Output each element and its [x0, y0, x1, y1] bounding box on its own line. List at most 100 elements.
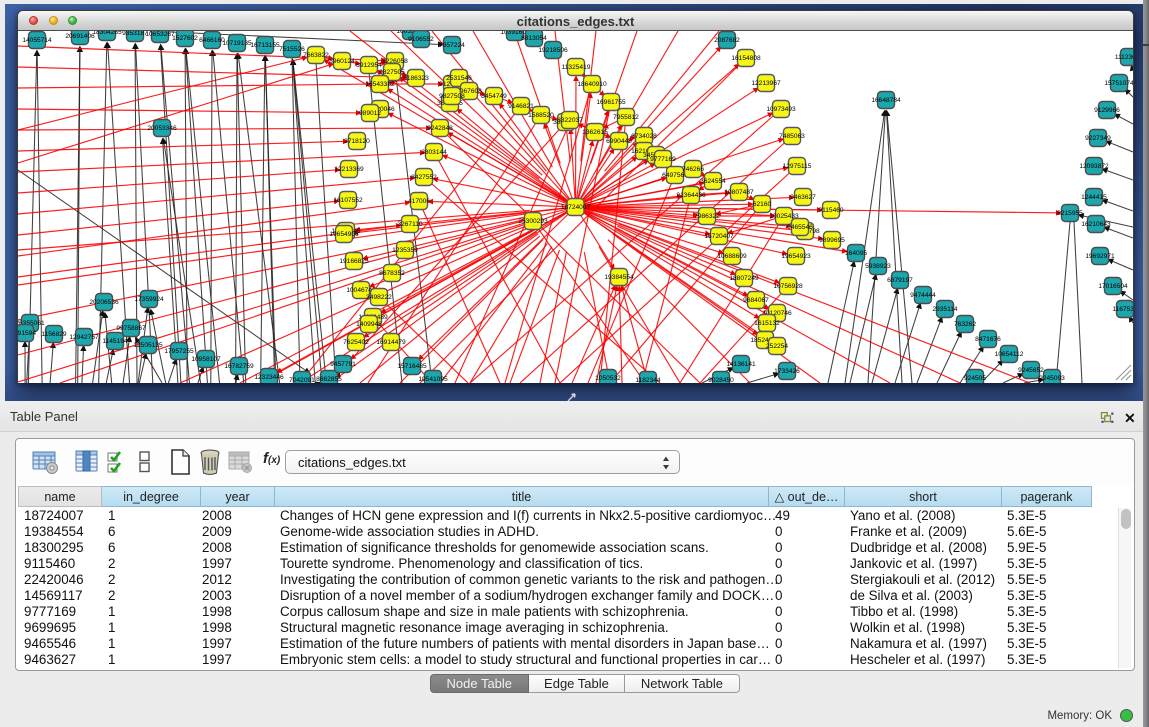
svg-text:8454749: 8454749 — [481, 93, 507, 100]
svg-text:1167533: 1167533 — [1112, 306, 1133, 313]
svg-text:3267110: 3267110 — [397, 221, 423, 228]
svg-text:10719135: 10719135 — [222, 40, 252, 47]
svg-text:417006: 417006 — [408, 198, 430, 205]
svg-text:1145194: 1145194 — [102, 338, 128, 345]
svg-text:10653267: 10653267 — [145, 31, 175, 38]
svg-text:2935114: 2935114 — [932, 306, 958, 313]
svg-text:16961755: 16961755 — [596, 99, 626, 106]
svg-text:12942757: 12942757 — [69, 334, 99, 341]
svg-text:9129966: 9129966 — [1094, 107, 1120, 114]
svg-text:8471676: 8471676 — [975, 336, 1001, 343]
svg-text:19384554: 19384554 — [604, 274, 634, 281]
svg-text:9245093: 9245093 — [1039, 375, 1065, 382]
svg-text:10654112: 10654112 — [995, 351, 1024, 358]
svg-text:16543382: 16543382 — [365, 81, 395, 88]
svg-text:16713155: 16713155 — [250, 42, 280, 49]
svg-text:10958107: 10958107 — [191, 356, 221, 363]
svg-text:10973493: 10973493 — [766, 106, 796, 113]
svg-text:9227349: 9227349 — [1085, 135, 1111, 142]
svg-text:18807249: 18807249 — [729, 275, 759, 282]
svg-text:16210643: 16210643 — [1081, 221, 1111, 228]
svg-text:9463627: 9463627 — [790, 194, 816, 201]
svg-text:11123056: 11123056 — [1115, 54, 1133, 61]
svg-text:1527602: 1527602 — [172, 35, 198, 42]
svg-text:20691406: 20691406 — [65, 33, 95, 40]
svg-text:16107552: 16107552 — [333, 197, 363, 204]
svg-text:8186323: 8186323 — [403, 75, 429, 82]
svg-text:19654906: 19654906 — [329, 231, 359, 238]
svg-text:7485063: 7485063 — [779, 133, 805, 140]
svg-text:10688609: 10688609 — [717, 253, 747, 260]
svg-text:7515526: 7515526 — [279, 46, 305, 53]
svg-text:18724007: 18724007 — [561, 204, 591, 211]
svg-text:2718120: 2718120 — [344, 138, 370, 145]
svg-text:19166825: 19166825 — [339, 258, 369, 265]
svg-text:9899695: 9899695 — [819, 237, 845, 244]
svg-text:9353187: 9353187 — [122, 31, 148, 37]
svg-text:18640910: 18640910 — [577, 81, 607, 88]
svg-text:1733426: 1733426 — [774, 368, 800, 375]
svg-text:25300293: 25300293 — [518, 218, 548, 225]
svg-text:17957255: 17957255 — [164, 348, 194, 355]
svg-text:12213369: 12213369 — [334, 166, 364, 173]
svg-text:9242848: 9242848 — [427, 125, 453, 132]
svg-text:12975115: 12975115 — [783, 163, 812, 170]
svg-text:6466160: 6466160 — [199, 37, 225, 44]
svg-text:12323446: 12323446 — [254, 374, 284, 381]
svg-text:8813054: 8813054 — [521, 35, 547, 42]
svg-text:99758867: 99758867 — [116, 325, 146, 332]
svg-text:9146821: 9146821 — [508, 103, 534, 110]
svg-text:5938923: 5938923 — [865, 263, 891, 270]
svg-text:19218506: 19218506 — [538, 47, 568, 54]
svg-text:1362615: 1362615 — [582, 129, 608, 136]
svg-text:7625402: 7625402 — [343, 339, 369, 346]
svg-text:9827508: 9827508 — [439, 93, 465, 100]
svg-text:17359924: 17359924 — [134, 296, 164, 303]
svg-text:18304265: 18304265 — [92, 31, 122, 36]
svg-text:8960124: 8960124 — [329, 58, 355, 65]
svg-text:7042091: 7042091 — [289, 377, 315, 383]
svg-text:6879197: 6879197 — [887, 277, 913, 284]
svg-text:14136141: 14136141 — [726, 361, 756, 368]
svg-text:924505: 924505 — [964, 375, 986, 382]
svg-text:7986322: 7986322 — [694, 213, 720, 220]
svg-text:1409948: 1409948 — [356, 321, 382, 328]
svg-text:391594: 391594 — [18, 330, 36, 337]
svg-text:763262: 763262 — [954, 321, 976, 328]
svg-text:1050532: 1050532 — [595, 375, 621, 382]
svg-text:1615132: 1615132 — [754, 320, 780, 327]
svg-text:2531546: 2531546 — [446, 75, 472, 82]
svg-text:8678352: 8678352 — [379, 270, 405, 277]
svg-text:1244415: 1244415 — [1081, 194, 1107, 201]
svg-text:1235359: 1235359 — [392, 247, 418, 254]
svg-text:252254: 252254 — [766, 343, 788, 350]
svg-text:8215955: 8215955 — [1057, 210, 1083, 217]
svg-text:16154808: 16154808 — [731, 55, 761, 62]
svg-text:9465546: 9465546 — [787, 224, 813, 231]
svg-text:62160: 62160 — [753, 201, 772, 208]
svg-text:16648784: 16648784 — [871, 97, 901, 104]
svg-text:9106552: 9106552 — [408, 36, 434, 43]
svg-text:9457791: 9457791 — [330, 361, 356, 368]
svg-text:19692971: 19692971 — [1085, 253, 1115, 260]
svg-text:746266: 746266 — [682, 166, 704, 173]
svg-text:989012: 989012 — [359, 110, 381, 117]
svg-text:20206536: 20206536 — [89, 299, 119, 306]
svg-text:8662855: 8662855 — [316, 376, 342, 383]
svg-text:12093872: 12093872 — [1079, 163, 1109, 170]
svg-text:15716485: 15716485 — [397, 363, 427, 370]
svg-text:1182344: 1182344 — [635, 377, 661, 383]
svg-text:2087682: 2087682 — [714, 37, 740, 44]
svg-text:7857224: 7857224 — [439, 42, 465, 49]
svg-text:12505135: 12505135 — [133, 342, 163, 349]
svg-text:1156829: 1156829 — [41, 331, 67, 338]
svg-text:15751074: 15751074 — [1104, 80, 1133, 87]
svg-text:8427552: 8427552 — [411, 174, 437, 181]
svg-text:15720407: 15720407 — [704, 233, 734, 240]
svg-text:11325419: 11325419 — [562, 64, 591, 71]
svg-text:7955812: 7955812 — [613, 114, 639, 121]
svg-text:9028450: 9028450 — [708, 377, 734, 383]
svg-text:6734028: 6734028 — [631, 133, 657, 140]
svg-text:2803144: 2803144 — [421, 149, 447, 156]
svg-text:9115460: 9115460 — [818, 207, 844, 214]
